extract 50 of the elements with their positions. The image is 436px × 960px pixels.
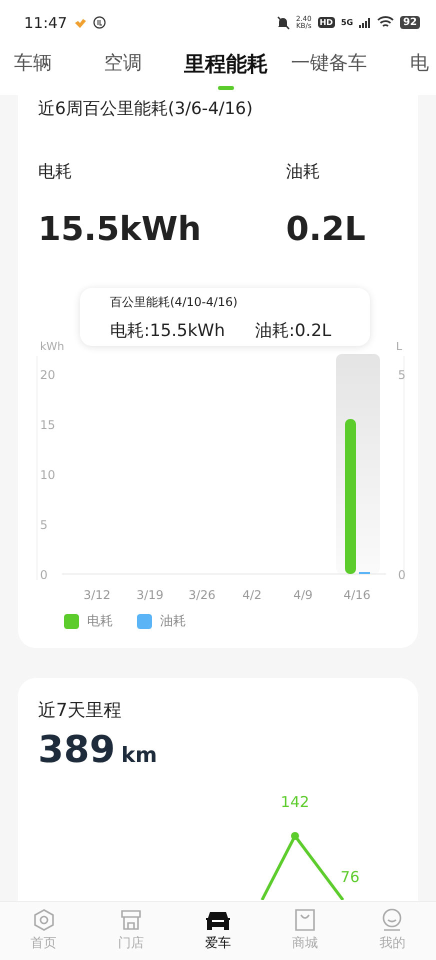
- hd-badge: HD: [318, 17, 335, 28]
- stat-label: 油耗: [286, 161, 321, 183]
- circled-badge-icon: [93, 16, 106, 29]
- tab[interactable]: 一键备车: [284, 50, 374, 76]
- axis-tick-label: 3/26: [188, 588, 216, 602]
- axis-tick-label: 4/2: [242, 588, 262, 602]
- mileage-value: 389: [38, 728, 116, 771]
- legend-swatch: [137, 614, 152, 628]
- axis-tick-label: 4/16: [344, 588, 370, 602]
- clock: 11:47: [24, 14, 68, 32]
- tab[interactable]: 空调: [78, 50, 168, 76]
- axis-tick-label: 3/19: [136, 588, 164, 602]
- legend-label: 电耗: [87, 613, 113, 630]
- nav-item[interactable]: 爱车: [174, 902, 262, 960]
- axis-tick-label: 15: [40, 418, 56, 432]
- axis-tick-label: 0: [40, 568, 48, 582]
- data-label: 76: [340, 868, 360, 886]
- hexagon-icon: [32, 908, 56, 932]
- axis-tick-label: 10: [40, 468, 56, 482]
- person-icon: [380, 908, 404, 932]
- axis-tick-label: 0: [398, 568, 406, 582]
- stat-value: 15.5kWh: [38, 209, 202, 248]
- card-title: 近7天里程: [38, 699, 122, 722]
- axis-unit: L: [396, 340, 402, 353]
- legend-label: 油耗: [160, 613, 186, 630]
- axis-tick-label: 20: [40, 368, 56, 382]
- stat-label: 电耗: [38, 161, 73, 183]
- axis-unit: kWh: [40, 340, 64, 353]
- legend-swatch: [64, 614, 79, 628]
- tab[interactable]: 车辆: [0, 50, 78, 76]
- wifi-icon: [377, 16, 394, 29]
- axis-tick-label: 5: [40, 518, 48, 532]
- tooltip-title: 百公里能耗(4/10-4/16): [110, 294, 239, 311]
- store-icon: [118, 908, 143, 932]
- tab[interactable]: 里程能耗: [168, 50, 284, 90]
- tab[interactable]: 电: [374, 50, 429, 76]
- tooltip-value: 油耗:0.2L: [255, 320, 332, 342]
- axis-tick-label: 4/9: [293, 588, 313, 602]
- mileage-unit: km: [121, 743, 158, 767]
- data-label: 142: [280, 793, 310, 811]
- battery-level: 92: [400, 16, 420, 29]
- mute-bell-icon: [276, 16, 290, 30]
- axis-tick-label: 3/12: [84, 588, 110, 602]
- signal-icon: [359, 18, 372, 28]
- stat-value: 0.2L: [286, 209, 366, 248]
- tooltip-value: 电耗:15.5kWh: [110, 320, 226, 342]
- card-title: 近6周百公里能耗(3/6-4/16): [37, 98, 254, 120]
- network-type: 5G: [340, 18, 354, 27]
- axis-tick-label: 5: [398, 368, 406, 382]
- bag-icon: [293, 908, 318, 932]
